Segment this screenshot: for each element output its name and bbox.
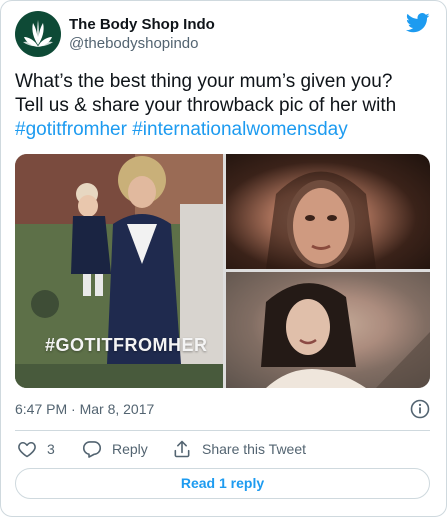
divider [15, 430, 430, 431]
share-label: Share this Tweet [202, 441, 307, 457]
photo-mother-and-child[interactable]: #GOTITFROMHER [15, 154, 223, 388]
like-count: 3 [47, 441, 55, 457]
timestamp-row: 6:47 PM · Mar 8, 2017 [15, 399, 430, 419]
tweet-header: The Body Shop Indo @thebodyshopindo [15, 11, 432, 57]
hashtag-internationalwomensday[interactable]: #internationalwomensday [132, 119, 347, 140]
share-icon [174, 440, 190, 458]
tweet-card: The Body Shop Indo @thebodyshopindo What… [0, 0, 447, 517]
account-names: The Body Shop Indo @thebodyshopindo [69, 15, 215, 54]
tweet-timestamp[interactable]: 6:47 PM · Mar 8, 2017 [15, 401, 154, 417]
avatar[interactable] [15, 11, 61, 57]
read-replies-button[interactable]: Read 1 reply [15, 468, 430, 499]
reply-button[interactable]: Reply [82, 438, 148, 460]
media-grid: #GOTITFROMHER [15, 154, 430, 388]
share-tweet-button[interactable]: Share this Tweet [172, 438, 306, 460]
reply-icon [82, 441, 102, 458]
portrait-illustration [266, 171, 376, 269]
photo-hashtag-overlay: #GOTITFROMHER [45, 335, 208, 355]
tweet-text: What’s the best thing your mum’s given y… [15, 70, 435, 142]
photo-portrait-vintage[interactable] [226, 272, 430, 388]
vintage-portrait-illustration [226, 272, 430, 388]
like-button[interactable]: 3 [17, 438, 55, 460]
tweet-text-line-1: What’s the best thing your mum’s given y… [15, 71, 393, 92]
leaf-logo-icon [23, 20, 53, 47]
tweet-text-line-3: #gotitfromher #internationalwomensday [15, 118, 435, 142]
info-icon[interactable] [410, 399, 430, 419]
account-handle[interactable]: @thebodyshopindo [69, 34, 215, 54]
heart-icon [18, 441, 36, 458]
reply-label: Reply [112, 441, 148, 457]
photo-portrait-color[interactable] [226, 154, 430, 269]
tweet-text-line-2: Tell us & share your throwback pic of he… [15, 95, 397, 116]
twitter-bird-icon[interactable] [406, 13, 430, 33]
display-name[interactable]: The Body Shop Indo [69, 15, 215, 34]
hashtag-gotitfromher[interactable]: #gotitfromher [15, 119, 127, 140]
